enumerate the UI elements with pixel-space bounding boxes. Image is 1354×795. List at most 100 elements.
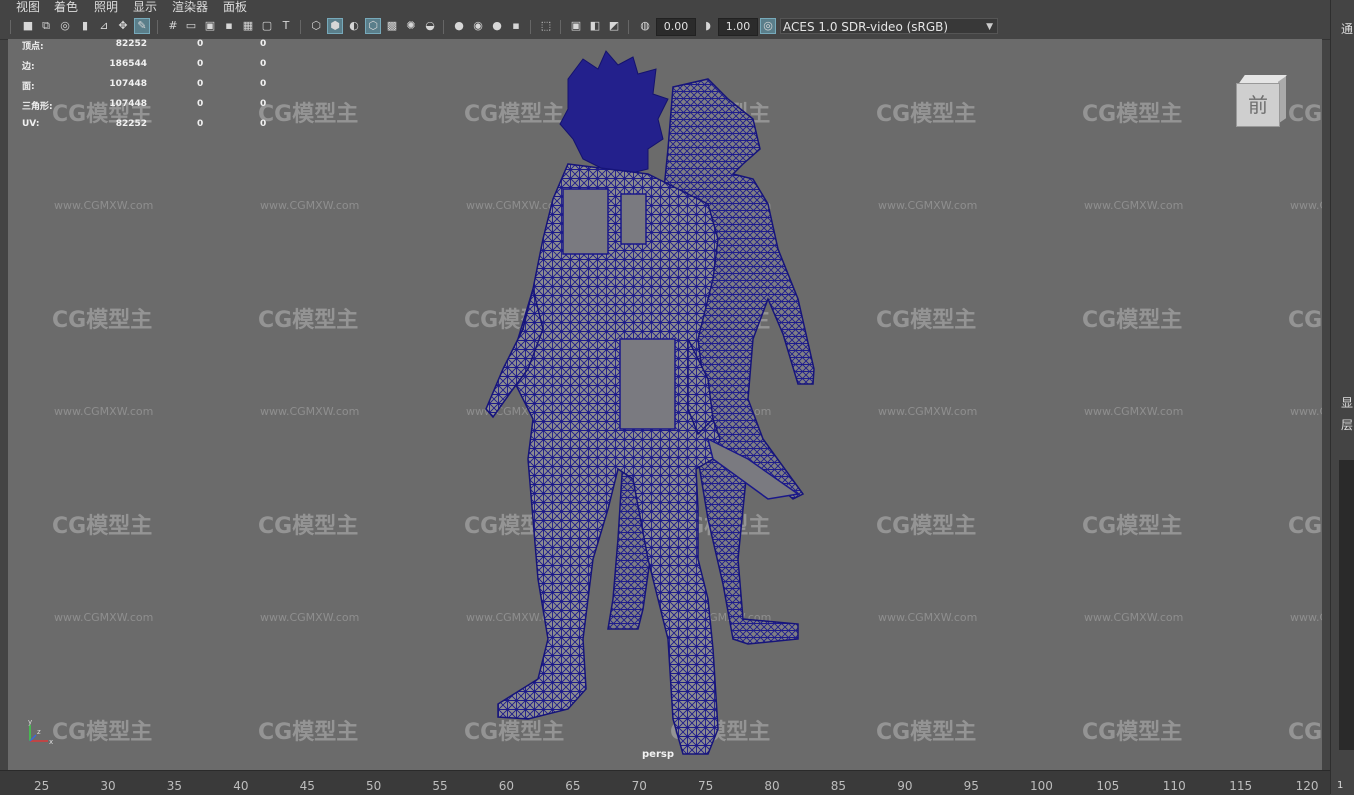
wireframe-icon[interactable]: ⬡: [308, 18, 324, 34]
chevron-down-icon: ▼: [986, 22, 993, 32]
hud-value: 186544: [109, 59, 147, 69]
gamma-icon[interactable]: ◗: [700, 18, 716, 34]
timeline-tick-label: 80: [764, 779, 780, 793]
grease-pencil-icon[interactable]: ✎: [134, 18, 150, 34]
gamma-field[interactable]: [718, 18, 758, 36]
isolate-select-icon[interactable]: ⬚: [538, 18, 554, 34]
view-transform-dropdown[interactable]: ACES 1.0 SDR-video (sRGB) ▼: [780, 18, 998, 34]
menu-panels[interactable]: 面板: [223, 0, 247, 14]
svg-text:y: y: [28, 718, 32, 726]
multisample-aa-icon[interactable]: ●: [489, 18, 505, 34]
camera-select-icon[interactable]: ■: [20, 18, 36, 34]
time-slider[interactable]: 25 30 35 40 45 50 55 60 65 70 75 80 85 90 95 100 105 110 1…: [0, 770, 1330, 795]
menu-show[interactable]: 显示: [133, 0, 157, 14]
timeline-tick-label: 115: [1229, 779, 1253, 793]
xray-joints-icon[interactable]: ◧: [587, 18, 603, 34]
viewcube-front-face[interactable]: 前: [1236, 83, 1280, 127]
use-all-lights-icon[interactable]: ✺: [403, 18, 419, 34]
image-plane-icon[interactable]: ▮: [77, 18, 93, 34]
toolbar-separator: [628, 20, 629, 34]
hud-value: 0: [260, 59, 267, 69]
hud-row-uvs: UV: 82252 0 0: [22, 119, 282, 139]
hud-label: UV:: [22, 119, 40, 129]
hud-value: 0: [197, 59, 204, 69]
hud-value: 0: [197, 119, 204, 129]
textured-icon[interactable]: ▩: [384, 18, 400, 34]
character-front-hair: [559, 50, 669, 175]
2d-pan-zoom-icon[interactable]: ⊿: [96, 18, 112, 34]
hud-value: 0: [260, 99, 267, 109]
timeline-tick-label: 120: [1295, 779, 1319, 793]
menu-renderer[interactable]: 渲染器: [172, 0, 208, 14]
color-management-icon[interactable]: ◎: [760, 18, 776, 34]
smooth-shade-icon[interactable]: ⬢: [327, 18, 343, 34]
hud-label: 边:: [22, 62, 35, 72]
menu-lighting[interactable]: 照明: [94, 0, 118, 14]
menu-shading[interactable]: 着色: [54, 0, 78, 14]
layer-list-area: [1339, 460, 1354, 750]
current-frame-field[interactable]: 1: [1337, 780, 1343, 791]
screen-space-ao-icon[interactable]: ●: [451, 18, 467, 34]
resolution-gate-icon[interactable]: ▣: [202, 18, 218, 34]
hud-value: 82252: [115, 39, 147, 49]
hud-label: 顶点:: [22, 42, 44, 52]
2d-pan-icon[interactable]: ✥: [115, 18, 131, 34]
timeline-tick-label: 65: [565, 779, 581, 793]
timeline-tick-label: 40: [233, 779, 249, 793]
safe-action-icon[interactable]: ▢: [259, 18, 275, 34]
hud-label: 面:: [22, 82, 35, 92]
timeline-tick-label: 90: [897, 779, 913, 793]
svg-text:x: x: [49, 738, 53, 746]
layer-tab[interactable]: 层: [1341, 416, 1353, 433]
poly-count-hud: 顶点: 82252 0 0 边: 186544 0 0 面: 107448 0 …: [22, 39, 282, 139]
view-transform-value: ACES 1.0 SDR-video (sRGB): [783, 20, 949, 34]
toolbar-separator: [443, 20, 444, 34]
viewcube[interactable]: 前: [1236, 75, 1287, 127]
timeline-tick-label: 55: [432, 779, 448, 793]
hud-value: 0: [197, 99, 204, 109]
timeline-tick-label: 105: [1096, 779, 1120, 793]
film-gate-icon[interactable]: ▭: [183, 18, 199, 34]
hud-value: 0: [260, 79, 267, 89]
panel-toolbar: ■ ⧉ ◎ ▮ ⊿ ✥ ✎ # ▭ ▣ ▪ ▦ ▢ T ⬡ ⬢ ◐ ⬡ ▩ ✺ …: [0, 14, 1330, 40]
persp-viewport[interactable]: CG模型主CG模型主CG模型主CG模型主CG模型主CG模型主CG模型主CG模型主…: [8, 39, 1322, 770]
panel-menu-bar: 视图 着色 照明 显示 渲染器 面板: [0, 0, 1330, 14]
hud-value: 0: [197, 79, 204, 89]
timeline-tick-label: 35: [166, 779, 183, 793]
xray-icon[interactable]: ▣: [568, 18, 584, 34]
default-material-icon[interactable]: ◐: [346, 18, 362, 34]
grid-icon[interactable]: #: [165, 18, 181, 34]
hud-value: 0: [197, 39, 204, 49]
timeline-tick-label: 60: [498, 779, 515, 793]
panel-label-top: 通: [1341, 22, 1354, 36]
menu-view[interactable]: 视图: [16, 0, 40, 14]
xray-components-icon[interactable]: ◩: [606, 18, 622, 34]
right-side-panel: 通 显 层 1: [1330, 0, 1354, 794]
hud-label: 三角形:: [22, 102, 53, 112]
toolbar-separator: [10, 20, 11, 34]
axis-gizmo: y x z: [28, 718, 53, 746]
hud-value: 0: [260, 119, 267, 129]
hud-row-faces: 面: 107448 0 0: [22, 79, 282, 99]
gate-mask-icon[interactable]: ▪: [221, 18, 237, 34]
bookmark-icon[interactable]: ◎: [57, 18, 73, 34]
character-wireframe-model[interactable]: [8, 39, 1322, 770]
exposure-field[interactable]: [656, 18, 696, 36]
hud-value: 107448: [109, 79, 147, 89]
safe-title-icon[interactable]: T: [278, 18, 294, 34]
toolbar-separator: [157, 20, 158, 34]
motion-blur-icon[interactable]: ◉: [470, 18, 486, 34]
timeline-tick-label: 110: [1162, 779, 1186, 793]
hud-row-triangles: 三角形: 107448 0 0: [22, 99, 282, 119]
exposure-icon[interactable]: ◍: [637, 18, 653, 34]
hud-row-edges: 边: 186544 0 0: [22, 59, 282, 79]
shadows-icon[interactable]: ◒: [422, 18, 438, 34]
depth-of-field-icon[interactable]: ▪: [508, 18, 524, 34]
hud-value: 0: [260, 39, 267, 49]
camera-attributes-icon[interactable]: ⧉: [38, 18, 54, 34]
timeline-tick-label: 45: [299, 779, 315, 793]
wireframe-on-shaded-icon[interactable]: ⬡: [365, 18, 381, 34]
display-tab[interactable]: 显: [1341, 394, 1353, 411]
field-chart-icon[interactable]: ▦: [240, 18, 256, 34]
timeline-tick-label: 70: [631, 779, 647, 793]
